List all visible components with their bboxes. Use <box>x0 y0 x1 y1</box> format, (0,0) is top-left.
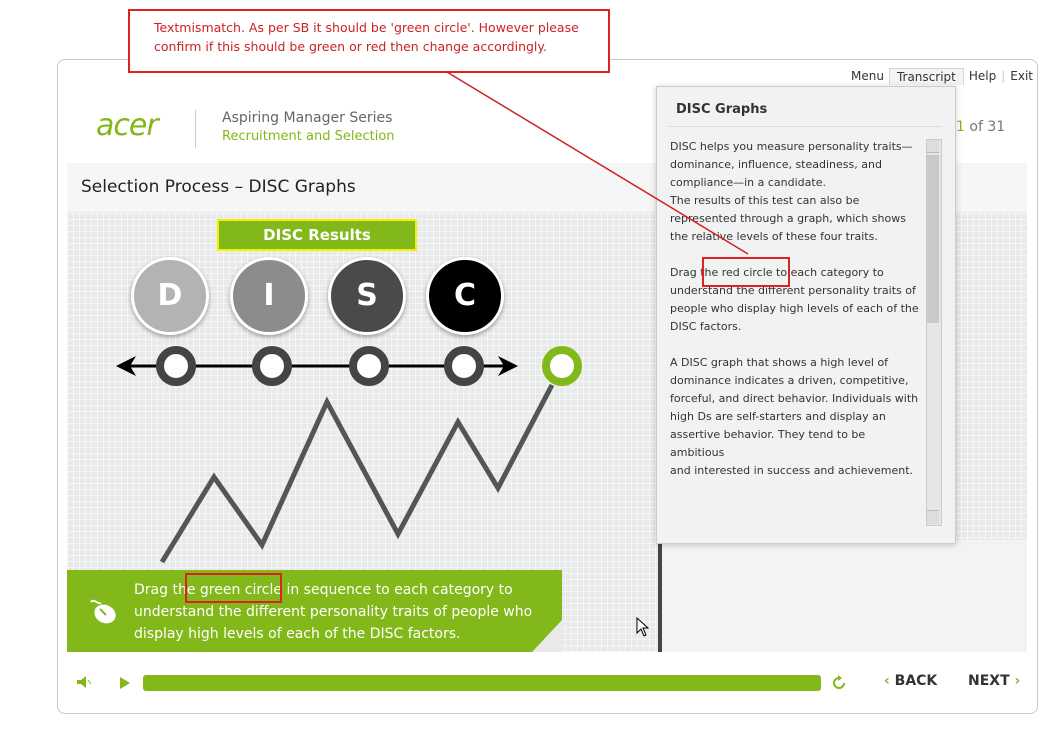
back-label: BACK <box>894 673 938 689</box>
mouse-icon <box>90 599 116 624</box>
scroll-up-button[interactable] <box>927 140 939 153</box>
transcript-body: DISC helps you measure personality trait… <box>670 138 920 518</box>
next-button[interactable]: NEXT › <box>968 673 1020 689</box>
volume-icon[interactable] <box>76 675 92 689</box>
back-button[interactable]: ‹ BACK <box>884 673 937 689</box>
play-icon[interactable] <box>119 676 131 690</box>
disc-graph-line <box>159 383 555 564</box>
disc-node-d[interactable] <box>156 346 196 386</box>
scroll-down-button[interactable] <box>927 510 939 524</box>
review-highlight-red-circle <box>702 257 790 287</box>
cursor-icon <box>636 617 650 637</box>
review-highlight-green-circle <box>185 573 282 603</box>
instruction-pre: Drag th <box>134 582 187 598</box>
chevron-right-icon: › <box>1014 673 1021 689</box>
next-label: NEXT <box>968 673 1010 689</box>
disc-node-c[interactable] <box>444 346 484 386</box>
disc-node-i[interactable] <box>252 346 292 386</box>
progress-bar[interactable] <box>143 675 821 691</box>
transcript-divider <box>668 126 942 127</box>
draggable-green-circle[interactable] <box>542 346 582 386</box>
transcript-paragraph-1: DISC helps you measure personality trait… <box>670 140 913 243</box>
disc-node-s[interactable] <box>349 346 389 386</box>
chevron-left-icon: ‹ <box>884 673 890 689</box>
scroll-thumb[interactable] <box>927 155 939 323</box>
transcript-paragraph-3: A DISC graph that shows a high level of … <box>670 356 919 477</box>
replay-icon[interactable] <box>830 674 848 692</box>
transcript-title: DISC Graphs <box>676 102 768 117</box>
